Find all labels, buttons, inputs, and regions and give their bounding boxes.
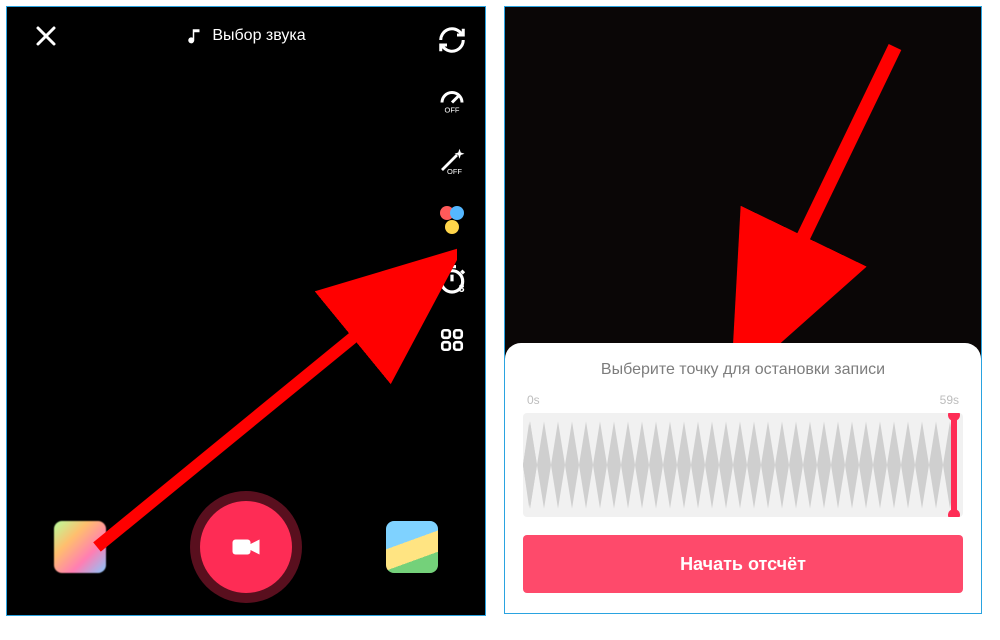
side-toolbar: OFF OFF 3: [435, 23, 469, 357]
timer-settings-screen: Выберите точку для остановки записи 0s 5…: [504, 6, 982, 614]
filters-icon: [437, 205, 467, 235]
speed-button[interactable]: OFF: [435, 83, 469, 117]
timer-button[interactable]: 3: [435, 263, 469, 297]
timeline-start-label: 0s: [527, 393, 540, 407]
panel-title: Выберите точку для остановки записи: [523, 361, 963, 379]
magic-wand-icon: OFF: [437, 145, 467, 175]
speedometer-icon: OFF: [437, 85, 467, 115]
camera-screen: Выбор звука OFF OFF 3: [6, 6, 486, 616]
timer-panel: Выберите точку для остановки записи 0s 5…: [505, 343, 981, 613]
flip-camera-button[interactable]: [435, 23, 469, 57]
svg-text:OFF: OFF: [445, 106, 460, 115]
timer-icon: 3: [436, 264, 468, 296]
waveform-timeline[interactable]: [523, 413, 963, 517]
music-note-icon: [186, 27, 204, 45]
start-countdown-button[interactable]: Начать отсчёт: [523, 535, 963, 593]
svg-text:3: 3: [459, 283, 465, 295]
stop-point-handle[interactable]: [951, 413, 957, 517]
effects-button[interactable]: [54, 521, 106, 573]
camera-preview-dark: [505, 7, 981, 369]
record-button[interactable]: [200, 501, 292, 593]
gallery-button[interactable]: [386, 521, 438, 573]
svg-text:OFF: OFF: [447, 167, 462, 175]
filters-button[interactable]: [435, 203, 469, 237]
sound-select[interactable]: Выбор звука: [186, 27, 305, 45]
bottom-toolbar: [7, 501, 485, 593]
video-camera-icon: [228, 529, 264, 565]
waveform-icon: [523, 413, 963, 517]
timeline-end-label: 59s: [940, 393, 959, 407]
sound-select-label: Выбор звука: [212, 27, 305, 45]
beauty-button[interactable]: OFF: [435, 143, 469, 177]
flip-camera-icon: [437, 25, 467, 55]
grid-icon: [439, 327, 465, 353]
more-tools-button[interactable]: [435, 323, 469, 357]
